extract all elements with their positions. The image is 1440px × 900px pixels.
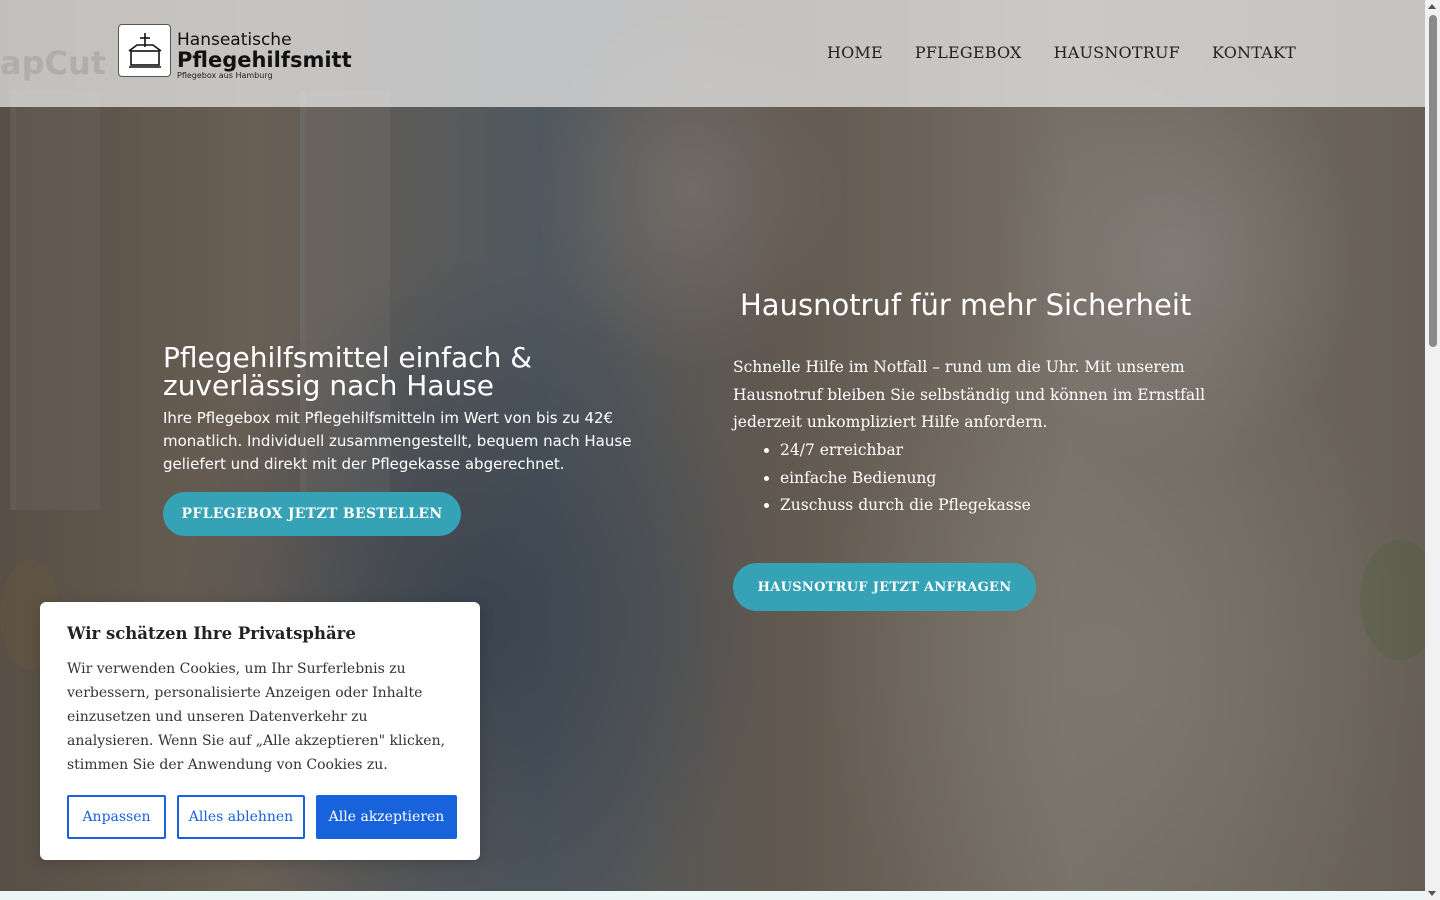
nav-item-kontakt[interactable]: KONTAKT <box>1212 43 1296 62</box>
nav-item-hausnotruf[interactable]: HAUSNOTRUF <box>1054 43 1180 62</box>
pflegebox-title: Pflegehilfsmittel einfach & zuverlässig … <box>163 341 533 402</box>
order-pflegebox-button[interactable]: PFLEGEBOX JETZT BESTELLEN <box>163 492 461 536</box>
cookie-title: Wir schätzen Ihre Privatsphäre <box>67 624 356 643</box>
cookie-customize-button[interactable]: Anpassen <box>67 795 166 839</box>
hausnotruf-feature-list: 24/7 erreichbar einfache Bedienung Zusch… <box>780 437 1031 520</box>
next-section-edge <box>0 891 1425 900</box>
watermark-text: apCut <box>0 44 107 82</box>
page-scrollbar[interactable] <box>1425 0 1440 900</box>
cookie-consent-banner: Wir schätzen Ihre Privatsphäre Wir verwe… <box>40 602 480 860</box>
hausnotruf-text: Schnelle Hilfe im Notfall – rund um die … <box>733 358 1206 431</box>
cookie-button-group: Anpassen Alles ablehnen Alle akzeptieren <box>67 795 457 839</box>
site-logo[interactable]: Hanseatische Pflegehilfsmitt Pflegebox a… <box>118 24 352 80</box>
site-header: apCut Hanseatische Pflegehilfsmitt Pfleg… <box>0 0 1425 107</box>
logo-text: Hanseatische Pflegehilfsmitt Pflegebox a… <box>177 32 352 80</box>
list-item: einfache Bedienung <box>780 465 1031 493</box>
scrollbar-thumb[interactable] <box>1429 15 1437 347</box>
pflegebox-section: Pflegehilfsmittel einfach & zuverlässig … <box>163 344 643 476</box>
nav-item-pflegebox[interactable]: PFLEGEBOX <box>915 43 1022 62</box>
request-hausnotruf-button[interactable]: HAUSNOTRUF JETZT ANFRAGEN <box>733 563 1036 611</box>
list-item: 24/7 erreichbar <box>780 437 1031 465</box>
list-item: Zuschuss durch die Pflegekasse <box>780 492 1031 520</box>
hausnotruf-title: Hausnotruf für mehr Sicherheit <box>740 288 1192 322</box>
logo-tagline: Pflegebox aus Hamburg <box>177 71 273 80</box>
pflegebox-text: Ihre Pflegebox mit Pflegehilfsmitteln im… <box>163 409 632 473</box>
cookie-text: Wir verwenden Cookies, um Ihr Surferlebn… <box>67 661 446 773</box>
scroll-down-arrow-icon[interactable] <box>1428 891 1436 896</box>
main-nav: HOME PFLEGEBOX HAUSNOTRUF KONTAKT <box>827 43 1296 62</box>
logo-line-2: Pflegehilfsmitt <box>177 48 352 72</box>
cookie-reject-button[interactable]: Alles ablehnen <box>177 795 305 839</box>
logo-line-1: Hanseatische <box>177 30 292 50</box>
scroll-up-arrow-icon[interactable] <box>1428 4 1436 9</box>
box-with-cross-icon <box>118 24 171 77</box>
cookie-accept-button[interactable]: Alle akzeptieren <box>316 795 457 839</box>
nav-item-home[interactable]: HOME <box>827 43 883 62</box>
